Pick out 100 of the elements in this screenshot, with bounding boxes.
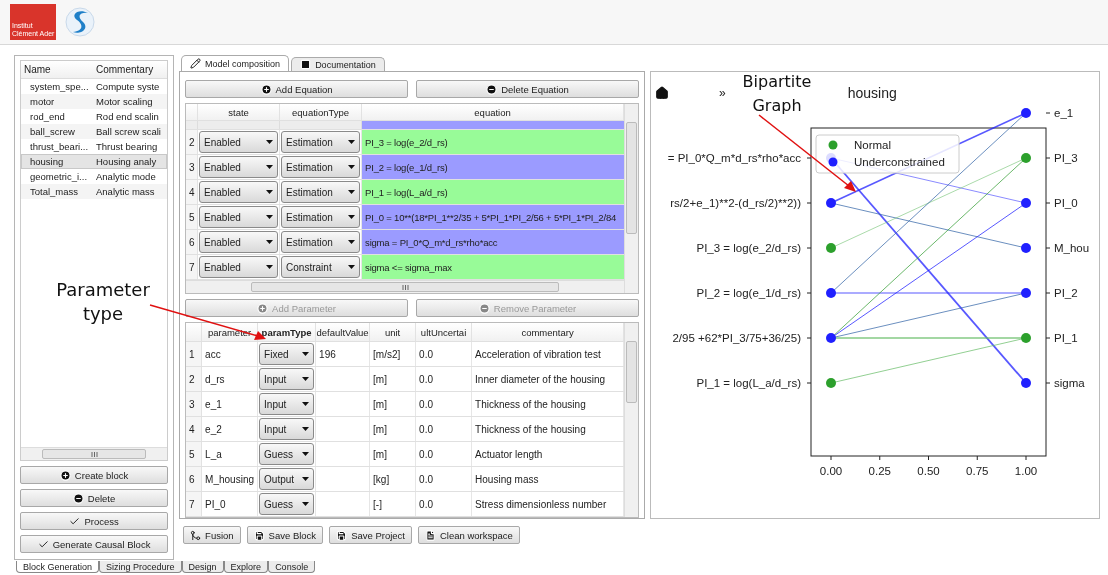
block-list-item[interactable]: motor Motor scaling: [21, 94, 168, 109]
plus-circle-icon: [59, 469, 71, 481]
caret-icon: [266, 215, 274, 219]
block-list-item[interactable]: ball_screw Ball screw scali: [21, 124, 168, 139]
button[interactable]: Create block: [20, 466, 169, 484]
button[interactable]: Process: [20, 512, 169, 530]
equation-cell[interactable]: sigma = PI_0*Q_m*d_rs*rho*acc: [362, 230, 624, 254]
table-cell: [m]: [370, 417, 417, 441]
equation-type-dropdown[interactable]: Estimation: [281, 231, 361, 253]
equation-cell[interactable]: PI_0 = 10**(18*PI_1**2/35 + 5*PI_1*PI_2/56 + 5*PI_1*PI_2/84: [362, 205, 624, 229]
tick-label: 1.00: [1014, 465, 1038, 477]
tab[interactable]: Block Generation: [16, 561, 100, 573]
column-header[interactable]: defaultValue: [316, 323, 371, 341]
state-dropdown[interactable]: Enabled: [199, 131, 279, 153]
row-number: 5: [186, 442, 203, 466]
column-header[interactable]: equationType: [280, 104, 363, 120]
equation-type-dropdown[interactable]: Estimation: [281, 131, 361, 153]
nav-button[interactable]: »: [719, 86, 726, 100]
button[interactable]: Generate Causal Block: [20, 535, 169, 553]
equation-type-dropdown[interactable]: Estimation: [281, 156, 361, 178]
tab[interactable]: Documentation: [291, 57, 385, 71]
column-header[interactable]: Name: [21, 64, 93, 75]
column-header[interactable]: equation: [362, 104, 624, 120]
tab[interactable]: Model composition: [181, 55, 290, 71]
table-cell: PI_0: [202, 492, 259, 516]
tab[interactable]: Sizing Procedure: [99, 561, 182, 573]
state-dropdown[interactable]: Enabled: [199, 231, 279, 253]
table-cell: 196: [316, 342, 371, 366]
tab[interactable]: Explore: [223, 561, 269, 573]
column-header[interactable]: paramType: [258, 323, 317, 341]
tab[interactable]: Design: [181, 561, 224, 573]
block-commentary: Motor scaling: [95, 96, 154, 107]
horizontal-scrollbar[interactable]: [21, 447, 168, 460]
param-type-dropdown[interactable]: Input: [259, 393, 315, 415]
block-name: housing: [29, 156, 65, 167]
equation-type-dropdown[interactable]: Constraint: [281, 256, 361, 278]
equation-type-dropdown[interactable]: Estimation: [281, 206, 361, 228]
horizontal-scrollbar[interactable]: [186, 280, 624, 293]
column-header[interactable]: unit: [370, 323, 417, 341]
tab[interactable]: Console: [268, 561, 316, 573]
button[interactable]: Delete Equation: [416, 80, 639, 98]
equation-cell[interactable]: PI_1 = log(L_a/d_rs): [362, 180, 624, 204]
block-name: geometric_i...: [29, 171, 89, 182]
block-commentary: Ball screw scali: [95, 126, 162, 137]
node-label: sigma: [1054, 377, 1085, 389]
column-header[interactable]: commentary: [472, 323, 624, 341]
equation-cell[interactable]: PI_3 = log(e_2/d_rs): [362, 130, 624, 154]
param-type-dropdown[interactable]: Fixed: [259, 343, 315, 365]
table-cell: [m]: [370, 442, 417, 466]
column-header[interactable]: Commentary: [93, 64, 168, 75]
block-name: rod_end: [29, 111, 66, 122]
block-list-item[interactable]: system_spe... Compute syste: [21, 79, 168, 94]
param-type-dropdown[interactable]: Input: [259, 418, 315, 440]
block-list-item[interactable]: thrust_beari... Thrust bearing: [21, 139, 168, 154]
state-dropdown[interactable]: Enabled: [199, 156, 279, 178]
caret-icon: [266, 240, 274, 244]
node-label: PI_3: [1054, 152, 1078, 164]
vertical-scrollbar[interactable]: [624, 104, 638, 293]
swoosh-logo: [64, 5, 96, 39]
table-cell: d_rs: [202, 367, 259, 391]
button[interactable]: Save Block: [246, 526, 324, 544]
param-type-dropdown[interactable]: Guess: [259, 443, 315, 465]
table-cell: e_2: [202, 417, 259, 441]
param-type-dropdown[interactable]: Output: [259, 468, 315, 490]
minus-circle-icon: [478, 302, 490, 314]
state-dropdown[interactable]: Enabled: [199, 256, 279, 278]
legend-label: Underconstrained: [854, 156, 945, 168]
row-number: 6: [186, 467, 203, 491]
button[interactable]: Delete: [20, 489, 169, 507]
caret-icon: [348, 165, 356, 169]
scroll-thumb[interactable]: [250, 282, 560, 292]
column-header[interactable]: state: [198, 104, 281, 120]
row-number: 3: [186, 155, 199, 179]
block-list-item[interactable]: Total_mass Analytic mass: [21, 184, 168, 199]
param-type-dropdown[interactable]: Guess: [259, 493, 315, 515]
equation-cell[interactable]: PI_2 = log(e_1/d_rs): [362, 155, 624, 179]
button[interactable]: Add Equation: [185, 80, 409, 98]
block-list-item[interactable]: housing Housing analy: [21, 154, 168, 169]
column-header[interactable]: ultUncertai: [416, 323, 473, 341]
button[interactable]: Save Project: [329, 526, 412, 544]
node-label: PI_3 = log(e_2/d_rs): [696, 242, 801, 254]
button[interactable]: Fusion: [183, 526, 241, 544]
state-dropdown[interactable]: Enabled: [199, 181, 279, 203]
scroll-thumb[interactable]: [41, 449, 147, 459]
vertical-scrollbar[interactable]: [624, 323, 638, 517]
home-icon[interactable]: [655, 86, 669, 100]
tick-label: 0.50: [917, 465, 940, 477]
param-type-dropdown[interactable]: Input: [259, 368, 315, 390]
button[interactable]: Clean workspace: [418, 526, 520, 544]
block-list-item[interactable]: geometric_i... Analytic mode: [21, 169, 168, 184]
tick-label: 0.00: [819, 465, 843, 477]
node-label: e_1: [1054, 107, 1074, 119]
node-label: PI_1 = log(L_a/d_rs): [696, 377, 801, 389]
equation-cell[interactable]: sigma <= sigma_max: [362, 255, 624, 279]
equation-type-dropdown[interactable]: Estimation: [281, 181, 361, 203]
state-dropdown[interactable]: Enabled: [199, 206, 279, 228]
plot-title: housing: [847, 85, 897, 101]
document-icon: [425, 529, 436, 541]
table-cell: M_housing: [202, 467, 259, 491]
block-list-item[interactable]: rod_end Rod end scalin: [21, 109, 168, 124]
